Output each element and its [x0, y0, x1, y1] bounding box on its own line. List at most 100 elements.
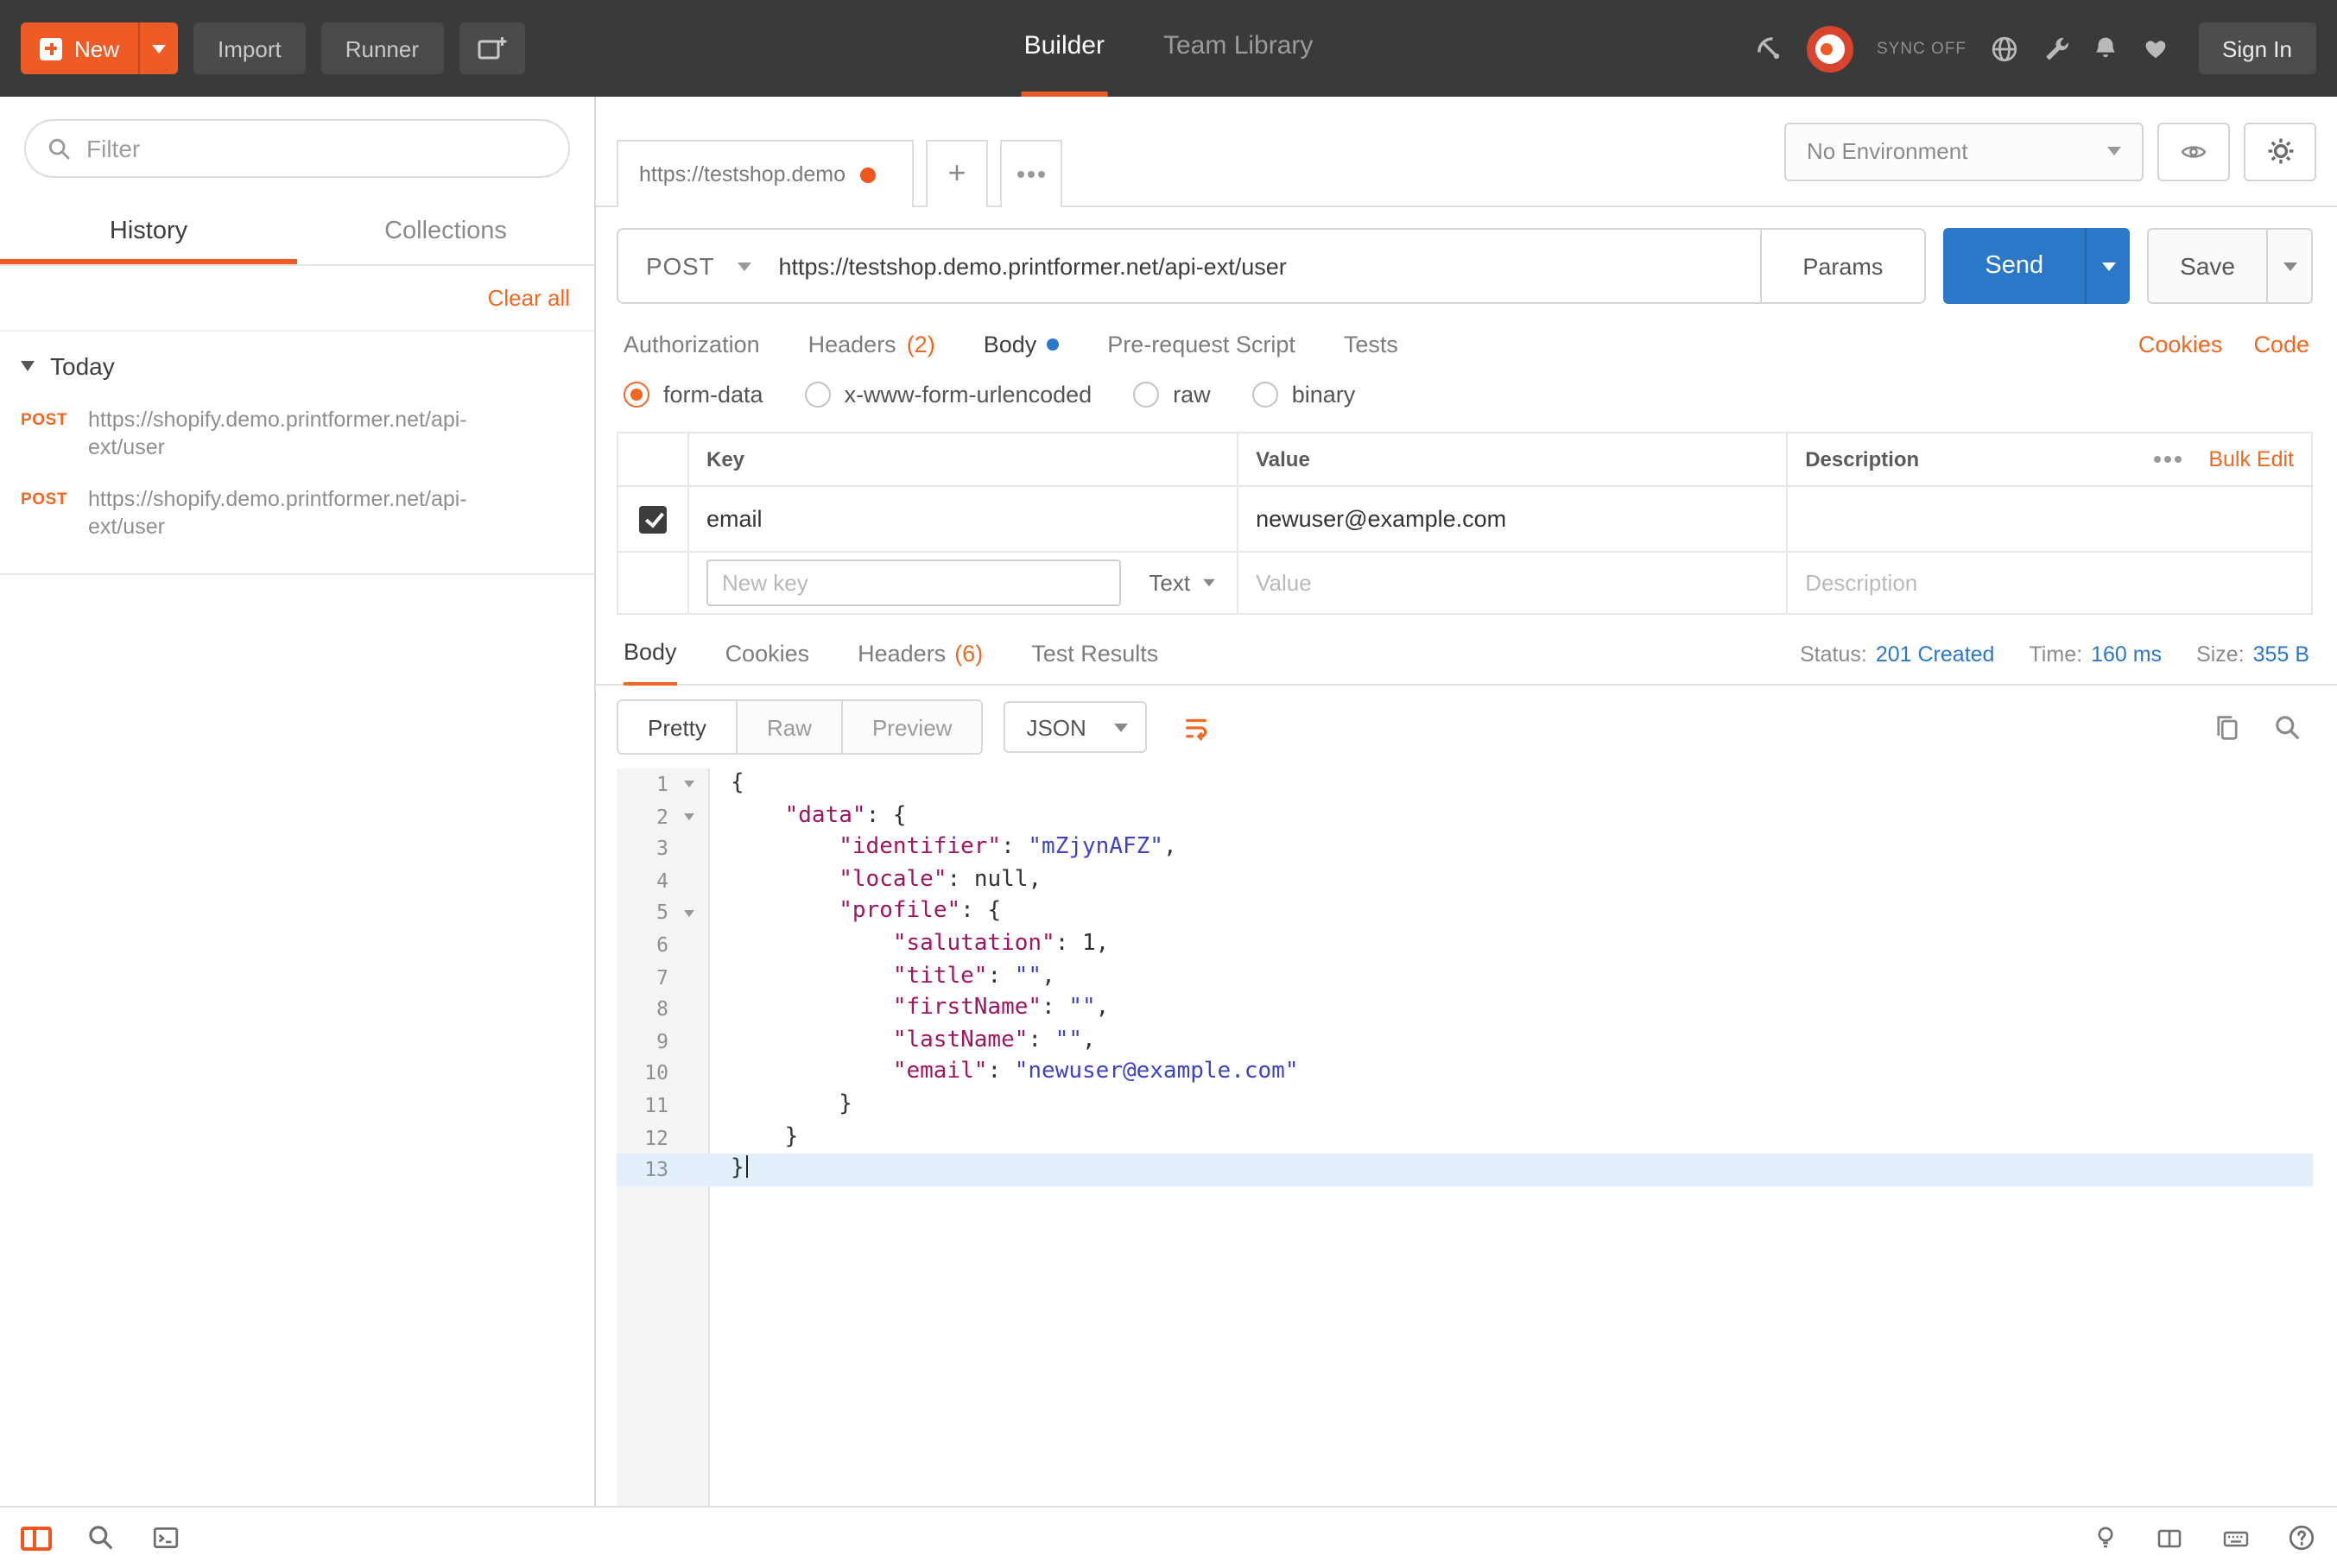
value-cell[interactable]: newuser@example.com [1237, 487, 1786, 551]
save-button[interactable]: Save [2147, 228, 2268, 304]
environment-select[interactable]: No Environment [1784, 122, 2144, 180]
help-icon[interactable] [2287, 1523, 2316, 1552]
mode-binary[interactable]: binary [1252, 382, 1356, 408]
status-value[interactable]: 201 Created [1876, 642, 1995, 667]
mode-form-data[interactable]: form-data [624, 382, 763, 408]
view-preview-button[interactable]: Preview [841, 701, 982, 753]
notifications-bell-icon[interactable] [2091, 35, 2118, 62]
code-line[interactable]: 5 "profile": { [617, 897, 2313, 929]
environment-quicklook-button[interactable] [2157, 122, 2230, 180]
response-tab-test-results[interactable]: Test Results [1031, 641, 1158, 684]
keyboard-shortcuts-icon[interactable] [2220, 1524, 2252, 1552]
filter-input[interactable] [86, 135, 548, 162]
description-cell[interactable] [1786, 487, 2311, 551]
console-icon[interactable] [150, 1523, 181, 1552]
code-line[interactable]: 9 "lastName": "", [617, 1026, 2313, 1058]
wrap-text-button[interactable] [1168, 701, 1226, 753]
mode-raw[interactable]: raw [1133, 382, 1211, 408]
more-options-icon[interactable] [2153, 456, 2160, 463]
two-pane-layout-icon[interactable] [2154, 1524, 2185, 1552]
view-raw-button[interactable]: Raw [736, 701, 841, 753]
fold-spacer [668, 1058, 710, 1090]
code-line[interactable]: 8 "firstName": "", [617, 993, 2313, 1025]
time-value[interactable]: 160 ms [2091, 642, 2162, 667]
view-pretty-button[interactable]: Pretty [618, 701, 736, 753]
sign-in-button[interactable]: Sign In [2198, 22, 2316, 74]
mode-x-www-form-urlencoded[interactable]: x-www-form-urlencoded [805, 382, 1092, 408]
fold-arrow-icon[interactable] [668, 768, 710, 800]
code-link[interactable]: Code [2253, 332, 2309, 357]
tab-collections[interactable]: Collections [297, 200, 594, 264]
tab-tests[interactable]: Tests [1344, 332, 1398, 357]
line-gutter: 11 [617, 1090, 710, 1122]
import-button[interactable]: Import [193, 22, 306, 74]
bulk-edit-link[interactable]: Bulk Edit [2208, 447, 2294, 471]
key-cell[interactable]: email [687, 487, 1237, 551]
history-group-today[interactable]: Today [0, 332, 594, 394]
toggle-sidebar-icon[interactable] [21, 1526, 52, 1550]
response-tab-headers[interactable]: Headers (6) [858, 641, 983, 684]
runner-button[interactable]: Runner [321, 22, 443, 74]
params-button[interactable]: Params [1759, 230, 1924, 302]
code-line[interactable]: 3 "identifier": "mZjynAFZ", [617, 832, 2313, 864]
request-tab[interactable]: https://testshop.demo [617, 140, 914, 207]
new-dropdown-button[interactable] [138, 22, 178, 74]
url-input[interactable]: https://testshop.demo.printformer.net/ap… [778, 230, 1759, 302]
save-dropdown-button[interactable] [2268, 228, 2313, 304]
code-line[interactable]: 13} [617, 1154, 2313, 1185]
tab-builder[interactable]: Builder [1021, 0, 1108, 97]
new-button[interactable]: New [21, 22, 138, 74]
code-line[interactable]: 7 "title": "", [617, 961, 2313, 993]
tab-team-library[interactable]: Team Library [1160, 0, 1316, 97]
tab-headers[interactable]: Headers (2) [808, 332, 935, 357]
row-checkbox[interactable] [639, 505, 667, 533]
line-number: 4 [617, 865, 668, 897]
new-key-input[interactable] [706, 560, 1121, 606]
send-button[interactable]: Send [1943, 228, 2085, 304]
tab-authorization[interactable]: Authorization [624, 332, 760, 357]
fold-arrow-icon[interactable] [668, 897, 710, 929]
copy-response-button[interactable] [2213, 712, 2242, 742]
code-text: } [710, 1154, 2313, 1185]
tab-body[interactable]: Body [984, 332, 1060, 357]
send-dropdown-button[interactable] [2085, 228, 2130, 304]
code-line[interactable]: 2 "data": { [617, 800, 2313, 832]
format-select[interactable]: JSON [1004, 701, 1146, 753]
clear-all-link[interactable]: Clear all [488, 285, 570, 311]
more-dots-icon [1017, 171, 1024, 178]
environment-settings-button[interactable] [2244, 122, 2316, 180]
tab-history[interactable]: History [0, 200, 297, 264]
response-body-editor[interactable]: 1{2 "data": {3 "identifier": "mZjynAFZ",… [617, 768, 2313, 1506]
code-line[interactable]: 4 "locale": null, [617, 865, 2313, 897]
response-tab-cookies[interactable]: Cookies [725, 641, 810, 684]
table-header-row: Key Value Description Bulk Edit [618, 433, 2311, 485]
code-line[interactable]: 1{ [617, 768, 2313, 800]
tab-options-button[interactable] [1000, 140, 1062, 207]
line-gutter: 12 [617, 1122, 710, 1154]
new-tab-button[interactable] [926, 140, 988, 207]
code-line[interactable]: 12 } [617, 1122, 2313, 1154]
heart-icon[interactable] [2141, 35, 2169, 62]
size-value[interactable]: 355 B [2253, 642, 2309, 667]
code-line[interactable]: 10 "email": "newuser@example.com" [617, 1058, 2313, 1090]
method-select[interactable]: POST [618, 230, 778, 302]
sync-satellite-icon[interactable] [1754, 33, 1785, 64]
global-search-icon[interactable] [86, 1523, 116, 1552]
hints-lightbulb-icon[interactable] [2092, 1523, 2119, 1552]
code-line[interactable]: 6 "salutation": 1, [617, 929, 2313, 961]
response-tab-body[interactable]: Body [624, 639, 677, 686]
cookies-link[interactable]: Cookies [2138, 332, 2223, 357]
new-description-placeholder[interactable]: Description [1805, 570, 1917, 596]
new-window-button[interactable] [459, 22, 524, 74]
fold-arrow-icon[interactable] [668, 800, 710, 832]
new-value-placeholder[interactable]: Value [1256, 570, 1312, 596]
history-item[interactable]: POST https://shopify.demo.printformer.ne… [0, 394, 594, 473]
search-response-button[interactable] [2273, 712, 2302, 742]
wrench-icon[interactable] [2041, 35, 2068, 62]
code-line[interactable]: 11 } [617, 1090, 2313, 1122]
history-item[interactable]: POST https://shopify.demo.printformer.ne… [0, 473, 594, 553]
tab-prerequest-script[interactable]: Pre-request Script [1107, 332, 1295, 357]
postman-logo-icon[interactable] [1808, 25, 1854, 72]
globe-icon[interactable] [1989, 34, 2018, 63]
value-type-select[interactable]: Text [1128, 570, 1219, 596]
